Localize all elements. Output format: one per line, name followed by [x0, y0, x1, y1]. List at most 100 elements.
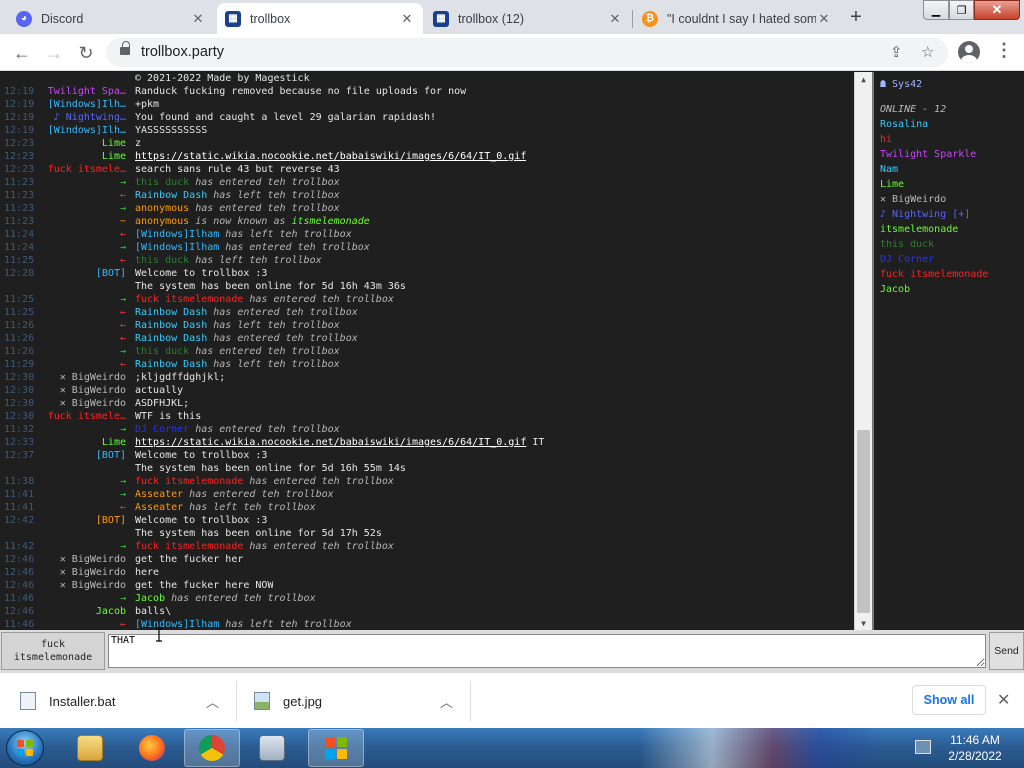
chat-nickname[interactable]: →: [120, 293, 126, 306]
close-icon[interactable]: ✕: [399, 11, 415, 27]
chat-nickname[interactable]: →: [120, 475, 126, 488]
send-button[interactable]: Send: [989, 632, 1024, 670]
chat-nickname[interactable]: ~: [120, 215, 126, 228]
chat-nickname[interactable]: ←: [120, 189, 126, 202]
event-nickname[interactable]: anonymous: [135, 216, 189, 227]
taskbar-chrome[interactable]: [184, 729, 240, 767]
chat-link[interactable]: https://static.wikia.nocookie.net/babais…: [135, 151, 526, 162]
menu-kebab-icon[interactable]: ⋮: [995, 40, 1013, 61]
online-user[interactable]: ✕ BigWeirdo: [880, 192, 1024, 207]
event-nickname[interactable]: Asseater: [135, 489, 183, 500]
chat-nickname[interactable]: ✕ BigWeirdo: [60, 566, 126, 579]
chat-nickname[interactable]: Lime: [102, 137, 126, 150]
event-nickname[interactable]: [Windows]Ilham: [135, 229, 219, 240]
chat-nickname[interactable]: [Windows]Ilh…: [48, 98, 126, 111]
event-nickname[interactable]: anonymous: [135, 203, 189, 214]
chat-nickname[interactable]: ←: [120, 618, 126, 630]
tab-trollbox-12[interactable]: ▦ trollbox (12) ✕: [425, 3, 631, 34]
online-user[interactable]: Lime: [880, 177, 1024, 192]
close-icon[interactable]: ✕: [607, 11, 623, 27]
reload-icon[interactable]: ↻: [74, 41, 98, 65]
event-nickname[interactable]: Rainbow Dash: [135, 359, 207, 370]
chat-nickname[interactable]: →: [120, 488, 126, 501]
online-user[interactable]: Nam: [880, 162, 1024, 177]
new-tab-button[interactable]: +: [844, 6, 868, 28]
event-nickname[interactable]: Rainbow Dash: [135, 190, 207, 201]
share-icon[interactable]: ⇪: [890, 43, 903, 61]
chat-nickname[interactable]: →: [120, 540, 126, 553]
tab-trollbox-active[interactable]: ▦ trollbox ✕: [217, 3, 423, 34]
address-bar[interactable]: trollbox.party ⇪ ☆: [106, 38, 948, 67]
back-arrow-icon[interactable]: ←: [10, 41, 34, 65]
download-item-get-jpg[interactable]: get.jpg: [254, 673, 454, 729]
online-user[interactable]: Twilight Sparkle: [880, 147, 1024, 162]
event-nickname[interactable]: [Windows]Ilham: [135, 619, 219, 630]
chevron-up-icon[interactable]: ︿: [206, 692, 219, 711]
chat-nickname[interactable]: →: [120, 241, 126, 254]
event-nickname[interactable]: Rainbow Dash: [135, 333, 207, 344]
start-button[interactable]: [6, 730, 44, 766]
chevron-up-icon[interactable]: ︿: [440, 692, 453, 711]
lock-icon[interactable]: [120, 41, 130, 55]
event-nickname[interactable]: Rainbow Dash: [135, 320, 207, 331]
chat-nickname[interactable]: Twilight Spa…: [48, 85, 126, 98]
chat-nickname[interactable]: →: [120, 176, 126, 189]
close-icon[interactable]: ✕: [997, 690, 1010, 710]
online-user[interactable]: fuck itsmelemonade: [880, 267, 1024, 282]
chat-nickname[interactable]: ←: [120, 306, 126, 319]
chat-nickname[interactable]: [BOT]: [96, 267, 126, 280]
chat-nickname[interactable]: →: [120, 345, 126, 358]
taskbar-calculator[interactable]: [244, 729, 300, 767]
show-all-downloads-button[interactable]: Show all: [912, 685, 986, 715]
nickname-button[interactable]: fuck itsmelemonade: [1, 632, 105, 670]
chat-nickname[interactable]: [Windows]Ilh…: [48, 124, 126, 137]
chat-nickname[interactable]: ←: [120, 501, 126, 514]
event-nickname[interactable]: DJ Corner: [135, 424, 189, 435]
download-item-installer[interactable]: Installer.bat: [20, 673, 230, 729]
online-user[interactable]: ♪ Nightwing [+]: [880, 207, 1024, 222]
chat-nickname[interactable]: ←: [120, 332, 126, 345]
maximize-button[interactable]: ❐: [949, 0, 974, 20]
chat-nickname[interactable]: →: [120, 423, 126, 436]
chat-nickname[interactable]: Lime: [102, 436, 126, 449]
window-close-button[interactable]: ✕: [974, 0, 1020, 20]
chat-nickname[interactable]: Lime: [102, 150, 126, 163]
chat-nickname[interactable]: →: [120, 202, 126, 215]
event-nickname[interactable]: fuck itsmelemonade: [135, 476, 243, 487]
chat-scrollbar[interactable]: ▲ ▼: [854, 72, 872, 630]
event-nickname[interactable]: Rainbow Dash: [135, 307, 207, 318]
chat-nickname[interactable]: ✕ BigWeirdo: [60, 579, 126, 592]
chat-nickname[interactable]: ←: [120, 228, 126, 241]
scroll-down-arrow-icon[interactable]: ▼: [855, 616, 872, 630]
taskbar-firefox[interactable]: [124, 729, 180, 767]
chat-nickname[interactable]: ←: [120, 254, 126, 267]
close-icon[interactable]: ✕: [816, 11, 832, 27]
close-icon[interactable]: ✕: [190, 11, 206, 27]
chat-nickname[interactable]: ✕ BigWeirdo: [60, 384, 126, 397]
forward-arrow-icon[interactable]: →: [42, 41, 66, 65]
chat-nickname[interactable]: →: [120, 592, 126, 605]
event-nickname[interactable]: fuck itsmelemonade: [135, 541, 243, 552]
event-nickname[interactable]: this duck: [135, 177, 189, 188]
event-nickname[interactable]: this duck: [135, 255, 189, 266]
taskbar-installer[interactable]: [308, 729, 364, 767]
current-user[interactable]: ☗ Sys42: [880, 78, 1024, 91]
chat-nickname[interactable]: ✕ BigWeirdo: [60, 553, 126, 566]
event-nickname[interactable]: [Windows]Ilham: [135, 242, 219, 253]
scrollbar-thumb[interactable]: [857, 430, 870, 613]
chat-nickname[interactable]: [BOT]: [96, 514, 126, 527]
online-user[interactable]: Rosalina: [880, 117, 1024, 132]
chat-nickname[interactable]: Jacob: [96, 605, 126, 618]
network-tray-icon[interactable]: [915, 740, 931, 754]
chat-nickname[interactable]: [BOT]: [96, 449, 126, 462]
tab-discord[interactable]: ◕ Discord ✕: [8, 3, 214, 34]
scroll-up-arrow-icon[interactable]: ▲: [855, 72, 872, 86]
chat-nickname[interactable]: ←: [120, 358, 126, 371]
minimize-button[interactable]: ▁: [923, 0, 949, 20]
online-user[interactable]: Jacob: [880, 282, 1024, 297]
chat-link[interactable]: https://static.wikia.nocookie.net/babais…: [135, 437, 526, 448]
chat-nickname[interactable]: fuck itsmele…: [48, 163, 126, 176]
online-user[interactable]: this duck: [880, 237, 1024, 252]
event-nickname[interactable]: Asseater: [135, 502, 183, 513]
chat-nickname[interactable]: ✕ BigWeirdo: [60, 371, 126, 384]
